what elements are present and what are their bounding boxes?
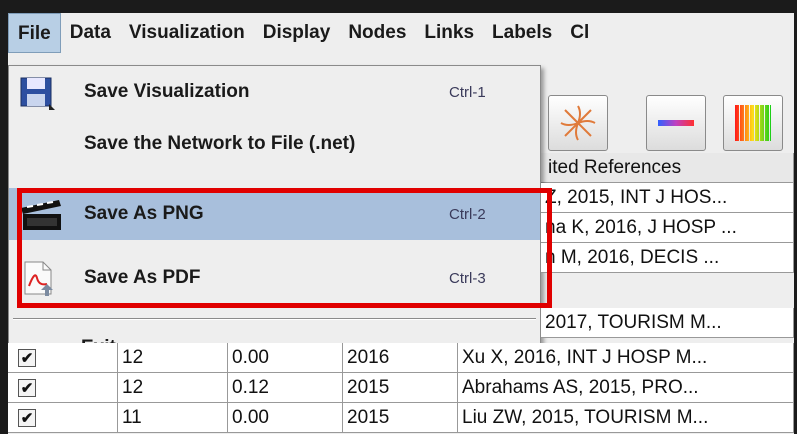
floppy-disk-icon (19, 74, 65, 110)
table-row[interactable]: ✔ 12 0.00 2016 Xu X, 2016, INT J HOSP M.… (8, 343, 794, 373)
table-row[interactable]: ✔ 12 0.12 2015 Abrahams AS, 2015, PRO... (8, 373, 794, 403)
menu-display[interactable]: Display (254, 13, 340, 53)
menu-bar: File Data Visualization Display Nodes Li… (8, 13, 794, 53)
table-row[interactable]: Z, 2015, INT J HOS... (8, 183, 794, 213)
table-row[interactable]: n M, 2016, DECIS ... (8, 243, 794, 273)
color-palette-button[interactable] (723, 95, 783, 151)
starburst-icon (560, 105, 596, 141)
menu-item-save-visualization[interactable]: Save Visualization Ctrl-1 (9, 66, 540, 118)
table-row[interactable]: 2017, TOURISM M... (8, 308, 794, 338)
layout-starburst-button[interactable] (548, 95, 608, 151)
menu-data[interactable]: Data (61, 13, 120, 53)
menu-nodes[interactable]: Nodes (339, 13, 415, 53)
app-window: File Data Visualization Display Nodes Li… (8, 13, 794, 434)
menu-labels[interactable]: Labels (483, 13, 561, 53)
menu-links[interactable]: Links (415, 13, 483, 53)
menu-item-save-network[interactable]: Save the Network to File (.net) (9, 118, 540, 170)
row-checkbox[interactable]: ✔ (18, 409, 36, 427)
gradient-bar-icon (658, 120, 694, 126)
menu-file[interactable]: File (8, 13, 61, 53)
row-checkbox[interactable]: ✔ (18, 349, 36, 367)
palette-grid-icon (735, 105, 771, 141)
color-gradient-button[interactable] (646, 95, 706, 151)
menu-visualization[interactable]: Visualization (120, 13, 254, 53)
table-row[interactable]: ✔ 11 0.00 2015 Liu ZW, 2015, TOURISM M..… (8, 403, 794, 433)
menu-clipped[interactable]: Cl (561, 13, 598, 53)
table-row[interactable]: na K, 2016, J HOSP ... (8, 213, 794, 243)
row-checkbox[interactable]: ✔ (18, 379, 36, 397)
